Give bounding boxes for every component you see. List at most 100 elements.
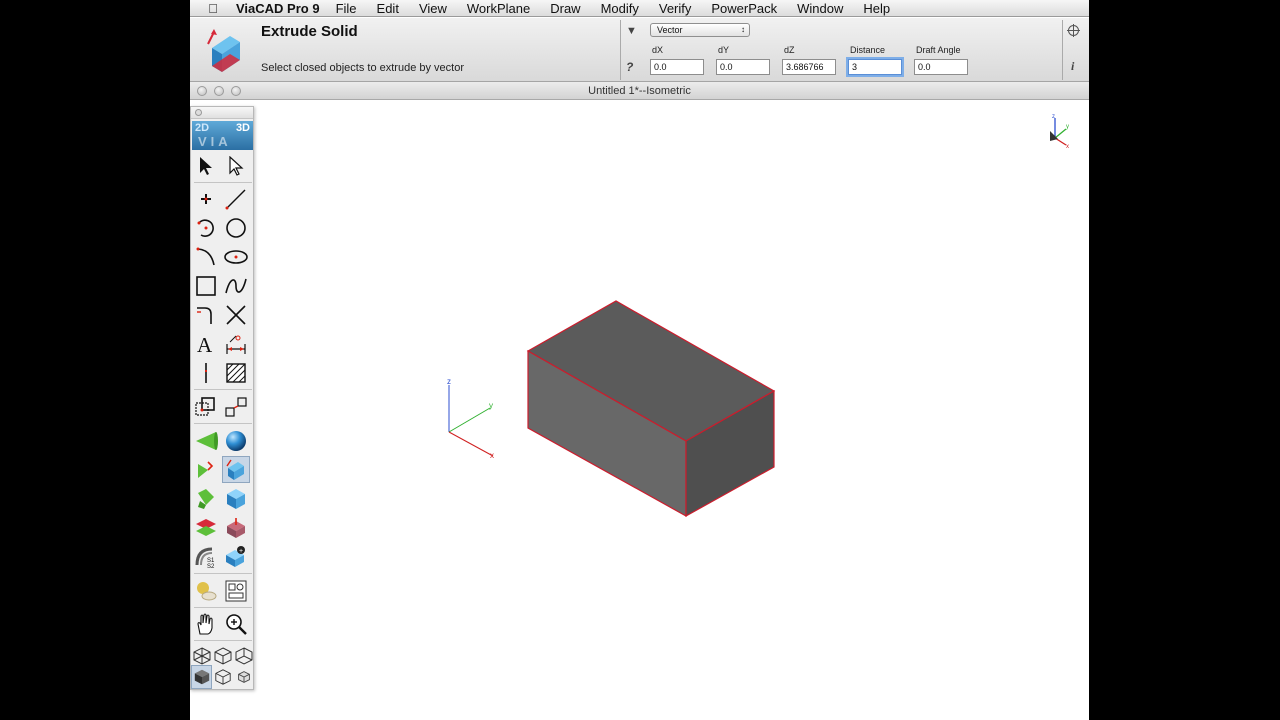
hatch-icon[interactable] bbox=[222, 359, 250, 386]
3d-viewport[interactable]: z y x z y x bbox=[190, 101, 1089, 720]
divider bbox=[1062, 20, 1063, 80]
menu-view[interactable]: View bbox=[419, 1, 447, 16]
text-icon[interactable]: A bbox=[192, 330, 220, 357]
select-arrow-icon[interactable] bbox=[192, 152, 220, 179]
extrude-solid-icon bbox=[207, 29, 240, 72]
revolve-icon[interactable] bbox=[192, 456, 220, 483]
point-icon[interactable] bbox=[192, 185, 220, 212]
draft-angle-field[interactable]: 0.0 bbox=[914, 59, 968, 75]
menu-workplane[interactable]: WorkPlane bbox=[467, 1, 530, 16]
loft-icon[interactable] bbox=[192, 485, 220, 512]
dy-label: dY bbox=[718, 45, 730, 55]
box-icon[interactable] bbox=[222, 485, 250, 512]
menu-modify[interactable]: Modify bbox=[601, 1, 639, 16]
help-icon[interactable]: ? bbox=[626, 60, 633, 74]
circle-icon[interactable] bbox=[222, 214, 250, 241]
tool-inspector-bar: Extrude Solid Select closed objects to e… bbox=[190, 18, 1089, 82]
ellipse-icon[interactable] bbox=[222, 243, 250, 270]
window-title: Untitled 1*--Isometric bbox=[588, 85, 691, 97]
palette-close-button[interactable] bbox=[195, 109, 202, 116]
rectangle-icon[interactable] bbox=[192, 272, 220, 299]
info-icon[interactable]: i bbox=[1071, 59, 1074, 74]
menu-draw[interactable]: Draw bbox=[550, 1, 580, 16]
axis-y-label: y bbox=[489, 401, 493, 410]
palette-divider bbox=[194, 182, 252, 183]
menu-powerpack[interactable]: PowerPack bbox=[711, 1, 777, 16]
dy-field[interactable]: 0.0 bbox=[716, 59, 770, 75]
palette-divider bbox=[194, 423, 252, 424]
divider bbox=[620, 20, 621, 80]
options-dropdown-icon[interactable]: ▼ bbox=[626, 25, 637, 37]
menu-window[interactable]: Window bbox=[797, 1, 843, 16]
line-icon[interactable] bbox=[222, 185, 250, 212]
dx-label: dX bbox=[652, 45, 664, 55]
extrude-mode-select[interactable]: Vector ↕ bbox=[650, 23, 750, 37]
solid-edit-icon[interactable]: + bbox=[222, 543, 250, 570]
svg-text:y: y bbox=[1066, 124, 1069, 130]
trim-icon[interactable] bbox=[222, 301, 250, 328]
layers-icon[interactable] bbox=[222, 577, 250, 604]
distance-label: Distance bbox=[850, 45, 886, 55]
axis-x-label: x bbox=[490, 451, 494, 460]
dx-field[interactable]: 0.0 bbox=[650, 59, 704, 75]
workplane-axes: z y x bbox=[447, 377, 494, 460]
menu-help[interactable]: Help bbox=[863, 1, 890, 16]
tool-title: Extrude Solid bbox=[261, 23, 358, 40]
palette-divider bbox=[194, 389, 252, 390]
tool-prompt: Select closed objects to extrude by vect… bbox=[261, 62, 464, 74]
extrude-icon[interactable] bbox=[222, 456, 250, 483]
svg-text:S2: S2 bbox=[207, 564, 215, 569]
view-triad-icon: z y x bbox=[1050, 114, 1069, 150]
sphere-icon[interactable] bbox=[222, 427, 250, 454]
spline-icon[interactable] bbox=[222, 272, 250, 299]
window-title-bar: Untitled 1*--Isometric bbox=[190, 82, 1089, 100]
dimension-icon[interactable] bbox=[222, 330, 250, 357]
via-label: VIA bbox=[198, 134, 232, 149]
svg-text:A: A bbox=[197, 333, 213, 355]
distance-field[interactable]: 3 bbox=[848, 59, 902, 75]
palette-divider bbox=[194, 607, 252, 608]
arc-icon[interactable] bbox=[192, 214, 220, 241]
extruded-solid-box[interactable] bbox=[526, 300, 776, 518]
draft-angle-label: Draft Angle bbox=[916, 45, 961, 55]
palette-header bbox=[191, 107, 253, 119]
menu-file[interactable]: File bbox=[336, 1, 357, 16]
app-menu[interactable]: ViaCAD Pro 9 bbox=[236, 1, 320, 16]
curve-arc-icon[interactable] bbox=[192, 243, 220, 270]
viacad-screen:  ViaCAD Pro 9 File Edit View WorkPlane … bbox=[190, 0, 1089, 720]
mode-2d-label: 2D bbox=[195, 122, 210, 134]
transform-icon[interactable] bbox=[222, 393, 250, 420]
svg-text:z: z bbox=[1052, 114, 1055, 120]
apple-menu-icon[interactable]:  bbox=[190, 1, 236, 16]
select-hollow-arrow-icon[interactable] bbox=[222, 152, 250, 179]
palette-divider bbox=[194, 640, 252, 641]
svg-text:+: + bbox=[239, 548, 243, 555]
tool-palette: 2D 3D VIA A S1 S2 + bbox=[190, 106, 254, 690]
cone-icon[interactable] bbox=[192, 427, 220, 454]
dz-label: dZ bbox=[784, 45, 795, 55]
mode-3d-label: 3D bbox=[235, 122, 250, 134]
dz-field[interactable]: 3.686766 bbox=[782, 59, 836, 75]
centerline-icon[interactable] bbox=[192, 359, 220, 386]
svg-text:x: x bbox=[1066, 144, 1069, 150]
hidden-line-view-icon[interactable] bbox=[233, 665, 254, 689]
split-icon[interactable] bbox=[192, 514, 220, 541]
axis-z-label: z bbox=[447, 377, 451, 386]
extrude-mode-value: Vector bbox=[657, 25, 683, 35]
palette-divider bbox=[194, 573, 252, 574]
menu-edit[interactable]: Edit bbox=[377, 1, 399, 16]
boolean-icon[interactable] bbox=[222, 514, 250, 541]
zoom-icon[interactable] bbox=[222, 610, 250, 637]
pan-hand-icon[interactable] bbox=[192, 610, 220, 637]
wireframe-view-icon[interactable] bbox=[212, 665, 233, 689]
render-icon[interactable] bbox=[192, 577, 220, 604]
mode-2d-3d-toggle[interactable]: 2D 3D VIA bbox=[192, 121, 253, 150]
menu-verify[interactable]: Verify bbox=[659, 1, 692, 16]
menu-bar:  ViaCAD Pro 9 File Edit View WorkPlane … bbox=[190, 0, 1089, 17]
shaded-view-icon[interactable] bbox=[191, 665, 212, 689]
fillet-icon[interactable] bbox=[192, 301, 220, 328]
section-icon[interactable]: S1 S2 bbox=[192, 543, 220, 570]
select-arrows-icon: ↕ bbox=[741, 25, 745, 34]
snap-grid-icon[interactable] bbox=[192, 393, 220, 420]
crosshair-target-icon[interactable] bbox=[1067, 24, 1080, 37]
